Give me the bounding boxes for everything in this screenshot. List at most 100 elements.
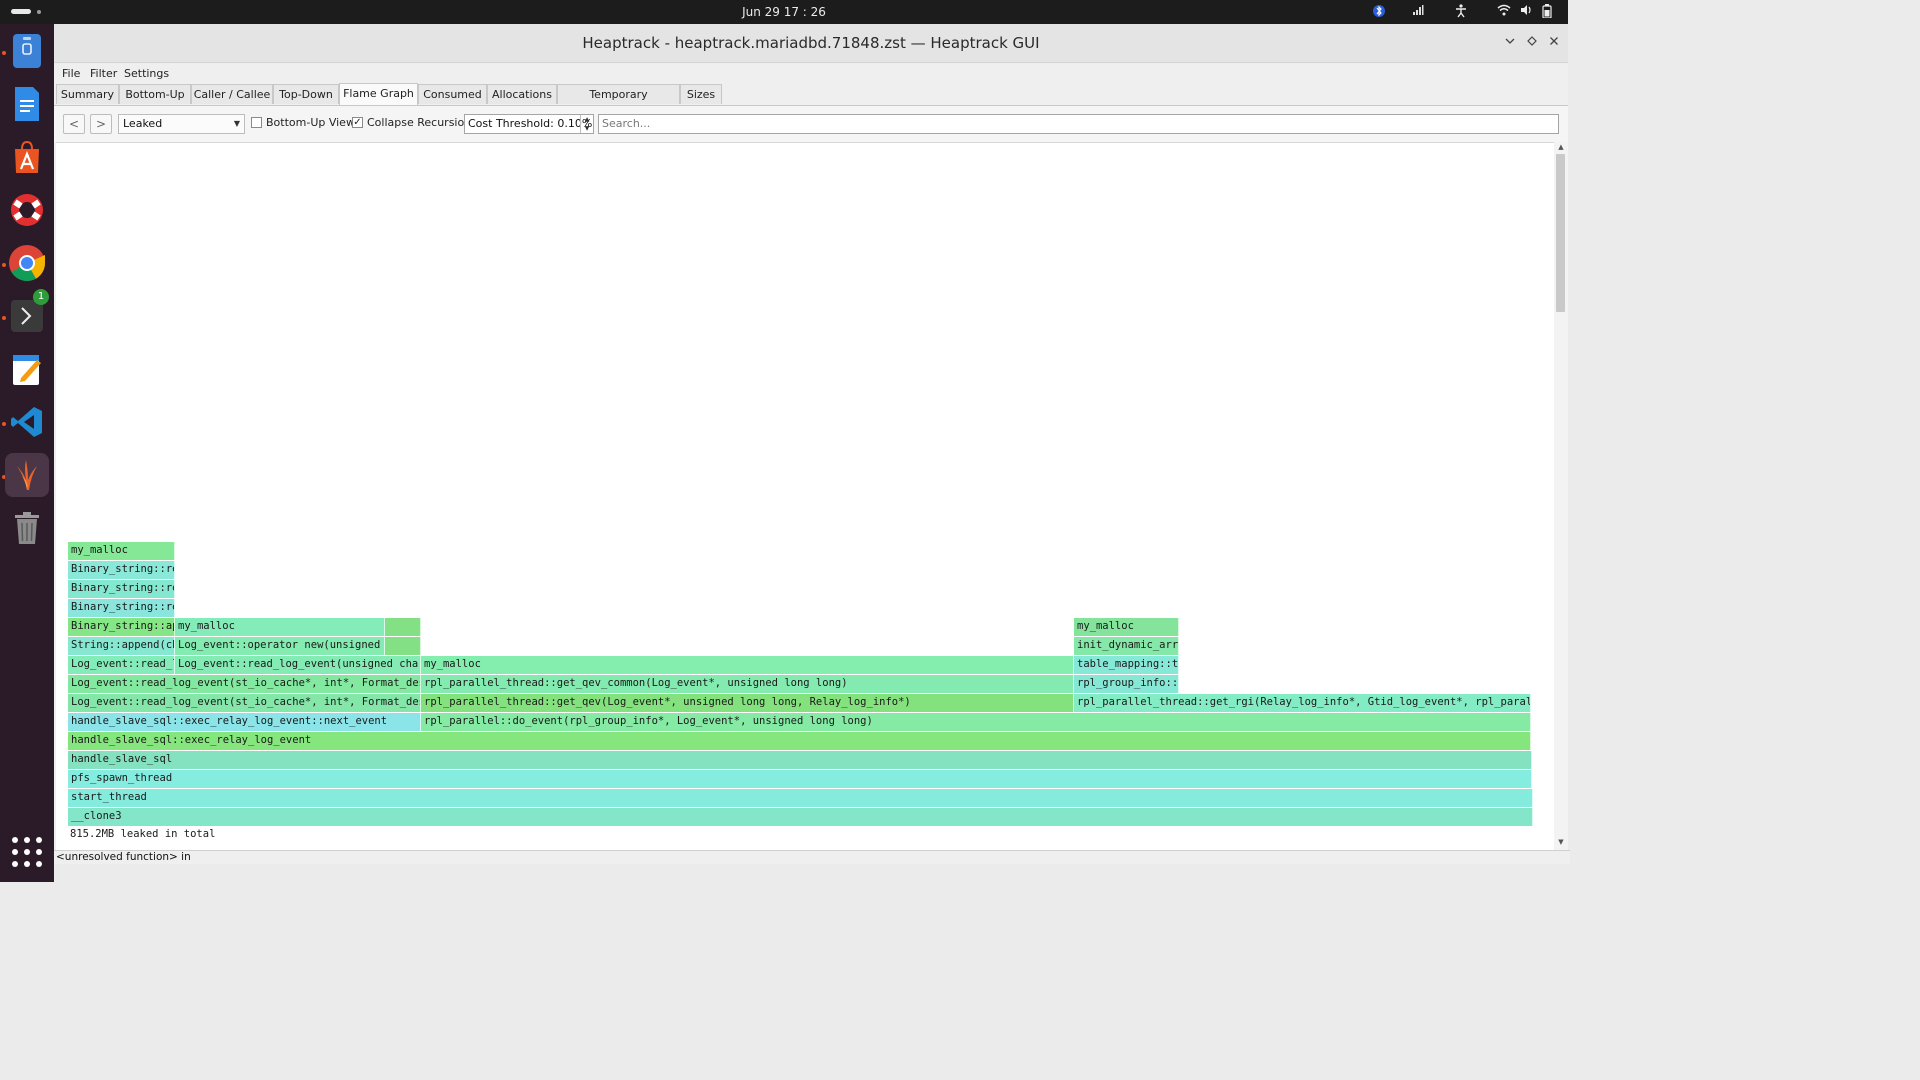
dock: 1 [0, 24, 54, 882]
status-bar: <unresolved function> in [54, 850, 1570, 865]
flame-node-string-append[interactable]: String::append(char const*, unsigned int… [68, 637, 175, 655]
maximize-icon[interactable] [1523, 33, 1541, 51]
volume-icon[interactable] [1520, 4, 1532, 19]
chrome-app[interactable] [5, 241, 49, 285]
document-icon [15, 87, 39, 121]
menu-file[interactable]: File [62, 67, 80, 80]
notification-badge: 1 [33, 289, 49, 305]
flame-node-binary-string-realloc-extra[interactable]: Binary_string::realloc_with_extra [68, 561, 175, 579]
cost-type-select[interactable]: Leaked ▼ [118, 114, 245, 134]
flame-node-read-log[interactable]: Log_event::read_log_event [68, 656, 175, 674]
flame-node-binary-string-append[interactable]: Binary_string::append [68, 618, 175, 636]
flame-node-unnamed[interactable] [385, 637, 421, 655]
cost-type-value: Leaked [123, 117, 163, 130]
scroll-up-icon[interactable]: ▲ [1554, 143, 1568, 151]
chevron-left-icon: < [68, 117, 80, 131]
app-center[interactable] [5, 135, 49, 179]
vscode-app[interactable] [5, 400, 49, 444]
window-title: Heaptrack - heaptrack.mariadbd.71848.zst… [582, 34, 1040, 52]
files-icon [13, 34, 41, 68]
scroll-down-icon[interactable]: ▼ [1554, 838, 1568, 846]
scrollbar-thumb[interactable] [1556, 154, 1565, 312]
terminal-app[interactable]: 1 [5, 289, 49, 338]
heaptrack-app[interactable] [5, 453, 49, 497]
lifebuoy-icon [11, 194, 43, 226]
trash[interactable] [5, 506, 49, 550]
tab-temporary-allocations[interactable]: Temporary Allocations [557, 84, 680, 121]
flame-node-pfs-spawn-thread[interactable]: pfs_spawn_thread [68, 770, 1532, 788]
tab-caller-callee[interactable]: Caller / Callee [191, 84, 273, 104]
flame-node-binary-string-realloc[interactable]: Binary_string::realloc [68, 580, 175, 598]
grid-icon [12, 837, 42, 867]
tab-flame-graph[interactable]: Flame Graph [339, 83, 418, 105]
search-placeholder: Search... [602, 117, 651, 130]
flame-node-read-log-event-inner[interactable]: Log_event::read_log_event(st_io_cache*, … [68, 675, 421, 693]
flame-node-my-malloc[interactable]: my_malloc [175, 618, 385, 636]
battery-icon[interactable] [1542, 4, 1552, 21]
flame-node-unnamed[interactable] [385, 618, 421, 636]
flame-node-my-malloc[interactable]: my_malloc [421, 656, 1074, 674]
tab-bar: Summary Bottom-Up Caller / Callee Top-Do… [54, 83, 1568, 121]
heaptrack-window: Heaptrack - heaptrack.mariadbd.71848.zst… [54, 24, 1570, 882]
flame-node-init-dynamic-array[interactable]: init_dynamic_array2 [1074, 637, 1179, 655]
trash-icon [15, 512, 39, 544]
signal-icon[interactable] [1412, 4, 1424, 19]
app-center-icon [15, 140, 39, 173]
menu-filter[interactable]: Filter [90, 67, 117, 80]
flame-node-get-rgi[interactable]: rpl_parallel_thread::get_rgi(Relay_log_i… [1074, 694, 1531, 712]
text-editor-app[interactable] [5, 82, 49, 126]
collapse-recursion-label[interactable]: Collapse Recursion [367, 116, 471, 129]
bluetooth-icon[interactable] [1373, 4, 1385, 21]
flame-node-clone3[interactable]: __clone3 [68, 808, 1533, 826]
menu-bar: File Filter Settings [54, 63, 1568, 83]
search-input[interactable]: Search... [598, 114, 1559, 134]
bottom-up-view-label[interactable]: Bottom-Up View [266, 116, 355, 129]
flame-graph-canvas[interactable]: __clone3 start_thread pfs_spawn_thread h… [56, 142, 1554, 851]
spin-arrows-icon[interactable]: ▲ ▼ [580, 115, 593, 133]
chevron-right-icon: > [95, 117, 107, 131]
tab-top-down[interactable]: Top-Down [273, 84, 339, 104]
title-bar[interactable]: Heaptrack - heaptrack.mariadbd.71848.zst… [54, 24, 1568, 63]
tab-bottom-up[interactable]: Bottom-Up [119, 84, 191, 104]
flame-node-get-qev-common[interactable]: rpl_parallel_thread::get_qev_common(Log_… [421, 675, 1074, 693]
total-leaked-label: 815.2MB leaked in total [70, 828, 216, 840]
forward-button[interactable]: > [90, 114, 112, 134]
files-app[interactable] [5, 29, 49, 73]
vertical-scrollbar[interactable]: ▲ ▼ [1554, 142, 1568, 850]
close-icon[interactable] [1545, 33, 1563, 51]
flame-node-my-malloc[interactable]: my_malloc [1074, 618, 1179, 636]
bottom-up-view-checkbox[interactable] [251, 117, 262, 128]
flame-node-read-log-event-buffer[interactable]: Log_event::read_log_event(unsigned char … [175, 656, 421, 674]
accessibility-icon[interactable] [1455, 4, 1467, 21]
cost-threshold-value: Cost Threshold: 0.10% [468, 117, 593, 130]
menu-settings[interactable]: Settings [124, 67, 169, 80]
tab-consumed[interactable]: Consumed [418, 84, 487, 104]
heaptrack-icon [17, 460, 37, 490]
flame-node-rpl-parallel-do-event[interactable]: rpl_parallel::do_event(rpl_group_info*, … [421, 713, 1531, 731]
chevron-down-icon[interactable] [1501, 33, 1519, 51]
flame-node-get-qev[interactable]: rpl_parallel_thread::get_qev(Log_event*,… [421, 694, 1074, 712]
flame-node-read-log-event[interactable]: Log_event::read_log_event(st_io_cache*, … [68, 694, 421, 712]
flame-node-my-malloc[interactable]: my_malloc [68, 542, 175, 560]
flame-node-binary-string-realloc-raw[interactable]: Binary_string::realloc_raw [68, 599, 175, 617]
tab-summary[interactable]: Summary [56, 84, 119, 104]
flame-node-start-thread[interactable]: start_thread [68, 789, 1533, 807]
wifi-icon[interactable] [1497, 4, 1511, 19]
back-button[interactable]: < [63, 114, 85, 134]
flame-node-next-event[interactable]: handle_slave_sql::exec_relay_log_event::… [68, 713, 421, 731]
flame-node-table-mapping[interactable]: table_mapping::table_mapping [1074, 656, 1179, 674]
notes-app[interactable] [5, 347, 49, 391]
flame-node-handle-slave-sql[interactable]: handle_slave_sql [68, 751, 1532, 769]
collapse-recursion-checkbox[interactable]: ✓ [352, 117, 363, 128]
system-top-bar: Jun 29 17 : 26 [0, 0, 1568, 24]
clock[interactable]: Jun 29 17 : 26 [0, 5, 1568, 19]
tab-sizes[interactable]: Sizes [680, 84, 722, 104]
flame-node-exec-relay-log-event[interactable]: handle_slave_sql::exec_relay_log_event [68, 732, 1531, 750]
flame-node-rpl-group-info[interactable]: rpl_group_info::rpl_group_info [1074, 675, 1179, 693]
show-apps[interactable] [5, 830, 49, 874]
tab-allocations[interactable]: Allocations [487, 84, 557, 104]
vscode-icon [11, 407, 42, 437]
cost-threshold-spinbox[interactable]: Cost Threshold: 0.10% ▲ ▼ [464, 114, 594, 134]
help-app[interactable] [5, 188, 49, 232]
flame-node-operator-new[interactable]: Log_event::operator new(unsigned long) [175, 637, 385, 655]
